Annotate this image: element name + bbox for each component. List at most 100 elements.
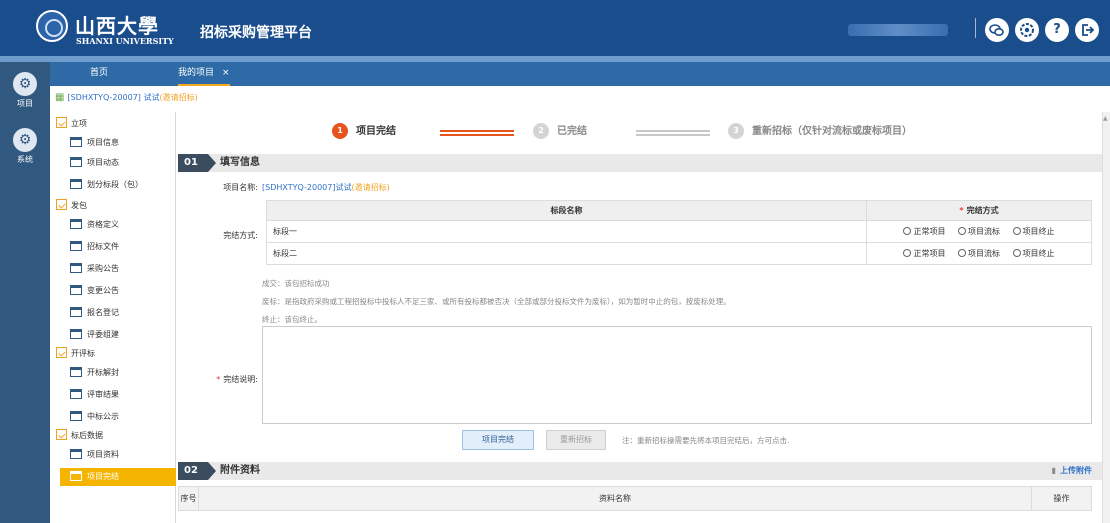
button-note: 注：重新招标操需要先将本项目完结后，方可点击.: [622, 436, 790, 445]
section-name-cell: 标段一: [266, 220, 867, 243]
tab-bar: 首页 我的项目 ×: [50, 62, 1110, 86]
tab-label: 我的项目: [178, 68, 215, 78]
help-icon[interactable]: ?: [1045, 18, 1069, 42]
checklist-icon: [56, 199, 67, 210]
tree-item-tender-docs[interactable]: 招标文件: [68, 238, 176, 256]
folder-icon: [70, 449, 82, 459]
tree-item-project-materials[interactable]: 项目资料: [68, 446, 176, 464]
tree-item-registration[interactable]: 报名登记: [68, 304, 176, 322]
radio-normal[interactable]: 正常项目: [903, 227, 945, 236]
tree-item-bid-opening[interactable]: 开标解封: [68, 364, 176, 382]
folder-icon: [70, 179, 82, 189]
finish-method-table: 标段名称 * 完结方式 标段一 正常项目 项目流标 项目终止 标段二 正常项目 项…: [266, 200, 1092, 265]
tree-item-label: 评委组建: [87, 330, 119, 339]
finish-method-options: 正常项目 项目流标 项目终止: [866, 242, 1092, 265]
radio-label: 正常项目: [913, 249, 946, 258]
col-header-label: 完结方式: [966, 206, 999, 215]
rebid-button: 重新招标: [546, 430, 606, 450]
header-divider: [975, 18, 976, 38]
col-header-section-name: 标段名称: [266, 200, 867, 221]
tree-item-label: 开标解封: [87, 368, 119, 377]
app-title: 招标采购管理平台: [200, 25, 312, 41]
section-number: 02: [178, 462, 216, 480]
tab-my-projects[interactable]: 我的项目 ×: [178, 62, 230, 86]
radio-icon: [1012, 227, 1021, 235]
col-header-finish-method: * 完结方式: [866, 200, 1092, 221]
nav-item-project[interactable]: ⚙ 项目: [0, 68, 50, 112]
col-header-actions: 操作: [1031, 486, 1092, 511]
main-nav: ⚙ 项目 ⚙ 系统: [0, 62, 50, 523]
section-title: 填写信息: [220, 157, 260, 168]
step-label: 项目完结: [356, 126, 396, 137]
tree-group-kaipingbiao[interactable]: 开评标: [56, 346, 95, 362]
project-name-value: [SDHXTYQ-20007]试试(邀请招标): [262, 182, 390, 193]
tree-item-project-news[interactable]: 项目动态: [68, 154, 176, 172]
tree-item-qualification[interactable]: 资格定义: [68, 216, 176, 234]
user-info-blurred[interactable]: [848, 24, 948, 36]
step-label: 已完结: [557, 126, 587, 137]
step-number: 3: [728, 123, 744, 139]
tree-item-review-result[interactable]: 评审结果: [68, 386, 176, 404]
folder-icon: [70, 285, 82, 295]
radio-terminated[interactable]: 项目终止: [1012, 227, 1055, 236]
breadcrumb-tag: (邀请招标): [159, 93, 198, 102]
tree-item-divide-sections[interactable]: 划分标段（包）: [68, 176, 176, 194]
tree-group-label: 标后数据: [71, 431, 103, 440]
breadcrumb-code: [SDHXTYQ-20007] 试试: [67, 93, 160, 102]
radio-terminated[interactable]: 项目终止: [1012, 249, 1055, 258]
radio-label: 项目流标: [968, 227, 1000, 236]
tree-group-label: 发包: [71, 201, 87, 210]
project-tag: (邀请招标): [351, 183, 390, 192]
folder-icon: [70, 219, 82, 229]
folder-icon: [70, 241, 82, 251]
vertical-scrollbar[interactable]: [1102, 112, 1110, 523]
folder-icon: [70, 263, 82, 273]
scroll-up-icon[interactable]: ▲: [1103, 116, 1109, 122]
wechat-icon[interactable]: [985, 18, 1009, 42]
paperclip-icon: ▮: [1051, 466, 1056, 475]
tree-group-lixiang[interactable]: 立项: [56, 116, 87, 132]
tree-item-committee[interactable]: 评委组建: [68, 326, 176, 344]
settings-icon[interactable]: [1015, 18, 1039, 42]
radio-icon: [903, 227, 912, 235]
note-failed-bid: 废标：是指政府采购或工程招投标中投标人不足三家、或所有投标都被否决（全部或部分投…: [262, 297, 731, 306]
tree-group-fabao[interactable]: 发包: [56, 198, 87, 214]
required-mark: *: [216, 375, 221, 384]
tree-item-change-notice[interactable]: 变更公告: [68, 282, 176, 300]
logout-icon[interactable]: [1075, 18, 1099, 42]
close-icon[interactable]: ×: [222, 68, 230, 78]
step-number: 2: [533, 123, 549, 139]
folder-icon: [70, 307, 82, 317]
finish-method-options: 正常项目 项目流标 项目终止: [866, 220, 1092, 243]
step-label: 重新招标（仅针对流标或废标项目）: [752, 126, 912, 137]
radio-icon: [1012, 249, 1021, 257]
logo-chinese-text: 山西大學: [75, 14, 159, 38]
tree-item-label: 变更公告: [87, 286, 119, 295]
top-header: 山西大學 SHANXI UNIVERSITY 招标采购管理平台 ?: [0, 0, 1110, 56]
tree-item-label: 资格定义: [87, 220, 119, 229]
tree-item-winning-notice[interactable]: 中标公示: [68, 408, 176, 426]
folder-icon: [70, 137, 82, 147]
tree-item-purchase-notice[interactable]: 采购公告: [68, 260, 176, 278]
radio-failed-bid[interactable]: 项目流标: [958, 249, 1000, 258]
table-row: 标段二 正常项目 项目流标 项目终止: [266, 242, 1092, 265]
upload-attachment-button[interactable]: ▮ 上传附件: [1052, 462, 1092, 480]
tab-home[interactable]: 首页: [90, 62, 108, 86]
radio-icon: [903, 249, 912, 257]
tree-group-post-bid[interactable]: 标后数据: [56, 428, 103, 444]
finish-description-textarea[interactable]: [262, 326, 1092, 424]
checklist-icon: [56, 117, 67, 128]
tree-item-label: 评审结果: [87, 390, 119, 399]
tree-item-label: 项目动态: [87, 158, 119, 167]
step-2: 2 已完结: [533, 122, 587, 142]
gear-icon: ⚙: [13, 128, 37, 152]
radio-label: 项目终止: [1022, 249, 1055, 258]
checklist-icon: [56, 347, 67, 358]
radio-failed-bid[interactable]: 项目流标: [958, 227, 1000, 236]
tree-item-project-info[interactable]: 项目信息: [68, 134, 176, 152]
tree-item-project-finish[interactable]: 项目完结: [60, 468, 176, 486]
section-fill-info: 01 填写信息: [178, 154, 1102, 172]
nav-item-system[interactable]: ⚙ 系统: [0, 124, 50, 168]
finish-project-button[interactable]: 项目完结: [462, 430, 534, 450]
radio-normal[interactable]: 正常项目: [903, 249, 945, 258]
